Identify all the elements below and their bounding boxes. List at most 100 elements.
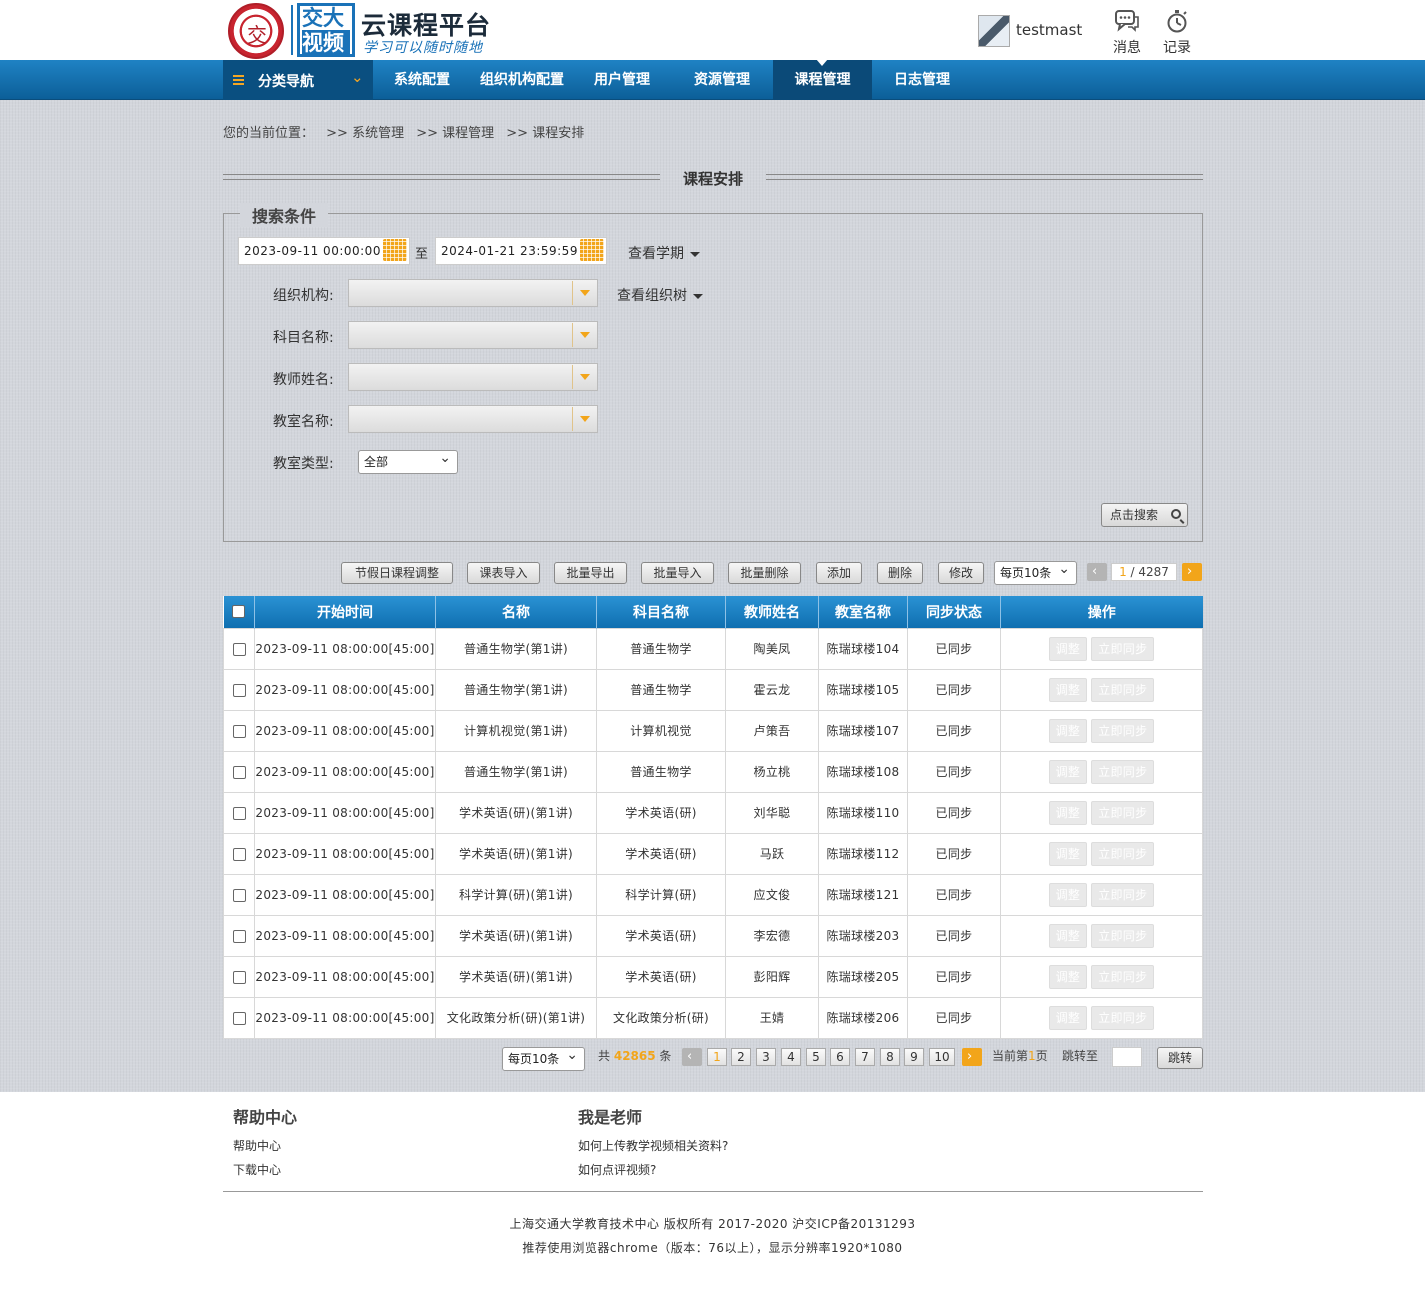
page-number-button[interactable]: 8 bbox=[880, 1048, 900, 1066]
subject-combobox[interactable] bbox=[348, 321, 598, 349]
page-number-button[interactable]: 1 bbox=[707, 1048, 727, 1066]
holiday-adjust-button[interactable]: 节假日课程调整 bbox=[341, 562, 453, 584]
search-button[interactable]: 点击搜索 bbox=[1101, 503, 1188, 527]
table-row[interactable]: 2023-09-11 08:00:00[45:00] 学术英语(研)(第1讲) 学术… bbox=[223, 955, 1203, 998]
select-all-checkbox[interactable] bbox=[232, 605, 246, 619]
adjust-button[interactable]: 调整 bbox=[1048, 882, 1088, 907]
dropdown-arrow-icon[interactable] bbox=[572, 323, 596, 347]
row-checkbox[interactable] bbox=[232, 929, 246, 943]
category-nav-dropdown[interactable]: 分类导航 ⌄ bbox=[223, 60, 373, 102]
sync-now-button[interactable]: 立即同步 bbox=[1091, 923, 1155, 948]
page-number-button[interactable]: 6 bbox=[830, 1048, 850, 1066]
row-checkbox[interactable] bbox=[232, 1011, 246, 1025]
nav-org-config[interactable]: 组织机构配置 bbox=[472, 60, 572, 100]
page-number-button[interactable]: 3 bbox=[756, 1048, 776, 1066]
nav-course-management[interactable]: 课程管理 bbox=[773, 59, 872, 100]
col-sync-status[interactable]: 同步状态 bbox=[907, 596, 1001, 628]
footer-link-review-video[interactable]: 如何点评视频? bbox=[578, 1161, 656, 1178]
row-checkbox[interactable] bbox=[232, 970, 246, 984]
view-org-tree-dropdown[interactable]: 查看组织树 bbox=[617, 285, 703, 305]
adjust-button[interactable]: 调整 bbox=[1048, 923, 1088, 948]
col-name[interactable]: 名称 bbox=[435, 596, 597, 628]
next-page-button-bottom[interactable] bbox=[962, 1048, 982, 1066]
platform-logo[interactable]: 交大 视频 bbox=[297, 3, 355, 57]
adjust-button[interactable]: 调整 bbox=[1048, 677, 1088, 702]
nav-log-management[interactable]: 日志管理 bbox=[880, 60, 964, 100]
page-number-button[interactable]: 10 bbox=[929, 1048, 955, 1066]
table-row[interactable]: 2023-09-11 08:00:00[45:00] 科学计算(研)(第1讲) 科学… bbox=[223, 873, 1203, 916]
col-teacher[interactable]: 教师姓名 bbox=[725, 596, 819, 628]
sync-now-button[interactable]: 立即同步 bbox=[1091, 1005, 1155, 1030]
table-row[interactable]: 2023-09-11 08:00:00[45:00] 计算机视觉(第1讲) 计算机视… bbox=[223, 709, 1203, 752]
user-avatar[interactable] bbox=[978, 15, 1010, 47]
table-row[interactable]: 2023-09-11 08:00:00[45:00] 学术英语(研)(第1讲) 学术… bbox=[223, 791, 1203, 834]
table-row[interactable]: 2023-09-11 08:00:00[45:00] 普通生物学(第1讲) 普通生物… bbox=[223, 627, 1203, 670]
page-number-button[interactable]: 5 bbox=[806, 1048, 826, 1066]
username[interactable]: testmast bbox=[1016, 21, 1082, 39]
col-subject[interactable]: 科目名称 bbox=[596, 596, 726, 628]
sync-now-button[interactable]: 立即同步 bbox=[1091, 677, 1155, 702]
footer-link-help[interactable]: 帮助中心 bbox=[233, 1137, 281, 1154]
breadcrumb-item[interactable]: >> 课程管理 bbox=[416, 126, 494, 141]
col-room[interactable]: 教室名称 bbox=[818, 596, 908, 628]
table-row[interactable]: 2023-09-11 08:00:00[45:00] 学术英语(研)(第1讲) 学术… bbox=[223, 832, 1203, 875]
sync-now-button[interactable]: 立即同步 bbox=[1091, 718, 1155, 743]
records-button[interactable]: 记录 bbox=[1157, 9, 1197, 57]
nav-system-config[interactable]: 系统配置 bbox=[380, 60, 464, 100]
batch-delete-button[interactable]: 批量删除 bbox=[728, 562, 801, 584]
breadcrumb-item[interactable]: >> 课程安排 bbox=[506, 126, 584, 141]
sync-now-button[interactable]: 立即同步 bbox=[1091, 882, 1155, 907]
row-checkbox[interactable] bbox=[232, 724, 246, 738]
row-checkbox[interactable] bbox=[232, 765, 246, 779]
import-schedule-button[interactable]: 课表导入 bbox=[467, 562, 540, 584]
table-row[interactable]: 2023-09-11 08:00:00[45:00] 文化政策分析(研)(第1讲)… bbox=[223, 996, 1203, 1039]
dropdown-arrow-icon[interactable] bbox=[572, 365, 596, 389]
row-checkbox[interactable] bbox=[232, 888, 246, 902]
jump-page-input[interactable] bbox=[1112, 1047, 1142, 1067]
adjust-button[interactable]: 调整 bbox=[1048, 759, 1088, 784]
col-start-time[interactable]: 开始时间 bbox=[254, 596, 436, 628]
batch-export-button[interactable]: 批量导出 bbox=[554, 562, 627, 584]
teacher-combobox[interactable] bbox=[348, 363, 598, 391]
adjust-button[interactable]: 调整 bbox=[1048, 964, 1088, 989]
room-type-select[interactable]: 全部 bbox=[358, 447, 458, 474]
view-term-dropdown[interactable]: 查看学期 bbox=[628, 243, 700, 263]
page-number-button[interactable]: 2 bbox=[731, 1048, 751, 1066]
page-number-button[interactable]: 4 bbox=[781, 1048, 801, 1066]
breadcrumb-item[interactable]: >> 系统管理 bbox=[326, 126, 404, 141]
row-checkbox[interactable] bbox=[232, 642, 246, 656]
add-button[interactable]: 添加 bbox=[816, 562, 862, 584]
room-combobox[interactable] bbox=[348, 405, 598, 433]
nav-resource-management[interactable]: 资源管理 bbox=[680, 60, 764, 100]
row-checkbox[interactable] bbox=[232, 847, 246, 861]
footer-link-download[interactable]: 下载中心 bbox=[233, 1161, 281, 1178]
page-number-button[interactable]: 7 bbox=[855, 1048, 875, 1066]
row-checkbox[interactable] bbox=[232, 806, 246, 820]
table-row[interactable]: 2023-09-11 08:00:00[45:00] 普通生物学(第1讲) 普通生物… bbox=[223, 668, 1203, 711]
org-combobox[interactable] bbox=[348, 279, 598, 307]
sync-now-button[interactable]: 立即同步 bbox=[1091, 800, 1155, 825]
delete-button[interactable]: 删除 bbox=[877, 562, 923, 584]
table-row[interactable]: 2023-09-11 08:00:00[45:00] 学术英语(研)(第1讲) 学术… bbox=[223, 914, 1203, 957]
prev-page-button-bottom[interactable] bbox=[682, 1048, 702, 1066]
table-row[interactable]: 2023-09-11 08:00:00[45:00] 普通生物学(第1讲) 普通生物… bbox=[223, 750, 1203, 793]
page-size-select-bottom[interactable]: 每页10条 bbox=[502, 1044, 585, 1071]
sync-now-button[interactable]: 立即同步 bbox=[1091, 841, 1155, 866]
row-checkbox[interactable] bbox=[232, 683, 246, 697]
calendar-icon[interactable] bbox=[383, 239, 407, 261]
adjust-button[interactable]: 调整 bbox=[1048, 1005, 1088, 1030]
edit-button[interactable]: 修改 bbox=[938, 562, 984, 584]
sync-now-button[interactable]: 立即同步 bbox=[1091, 636, 1155, 661]
adjust-button[interactable]: 调整 bbox=[1048, 718, 1088, 743]
page-size-select-top[interactable]: 每页10条 bbox=[994, 558, 1077, 585]
nav-user-management[interactable]: 用户管理 bbox=[580, 60, 664, 100]
adjust-button[interactable]: 调整 bbox=[1048, 841, 1088, 866]
jump-button[interactable]: 跳转 bbox=[1157, 1047, 1203, 1069]
sync-now-button[interactable]: 立即同步 bbox=[1091, 964, 1155, 989]
sync-now-button[interactable]: 立即同步 bbox=[1091, 759, 1155, 784]
adjust-button[interactable]: 调整 bbox=[1048, 800, 1088, 825]
prev-page-button-top[interactable] bbox=[1087, 563, 1107, 581]
adjust-button[interactable]: 调整 bbox=[1048, 636, 1088, 661]
next-page-button-top[interactable] bbox=[1182, 563, 1202, 581]
batch-import-button[interactable]: 批量导入 bbox=[641, 562, 714, 584]
